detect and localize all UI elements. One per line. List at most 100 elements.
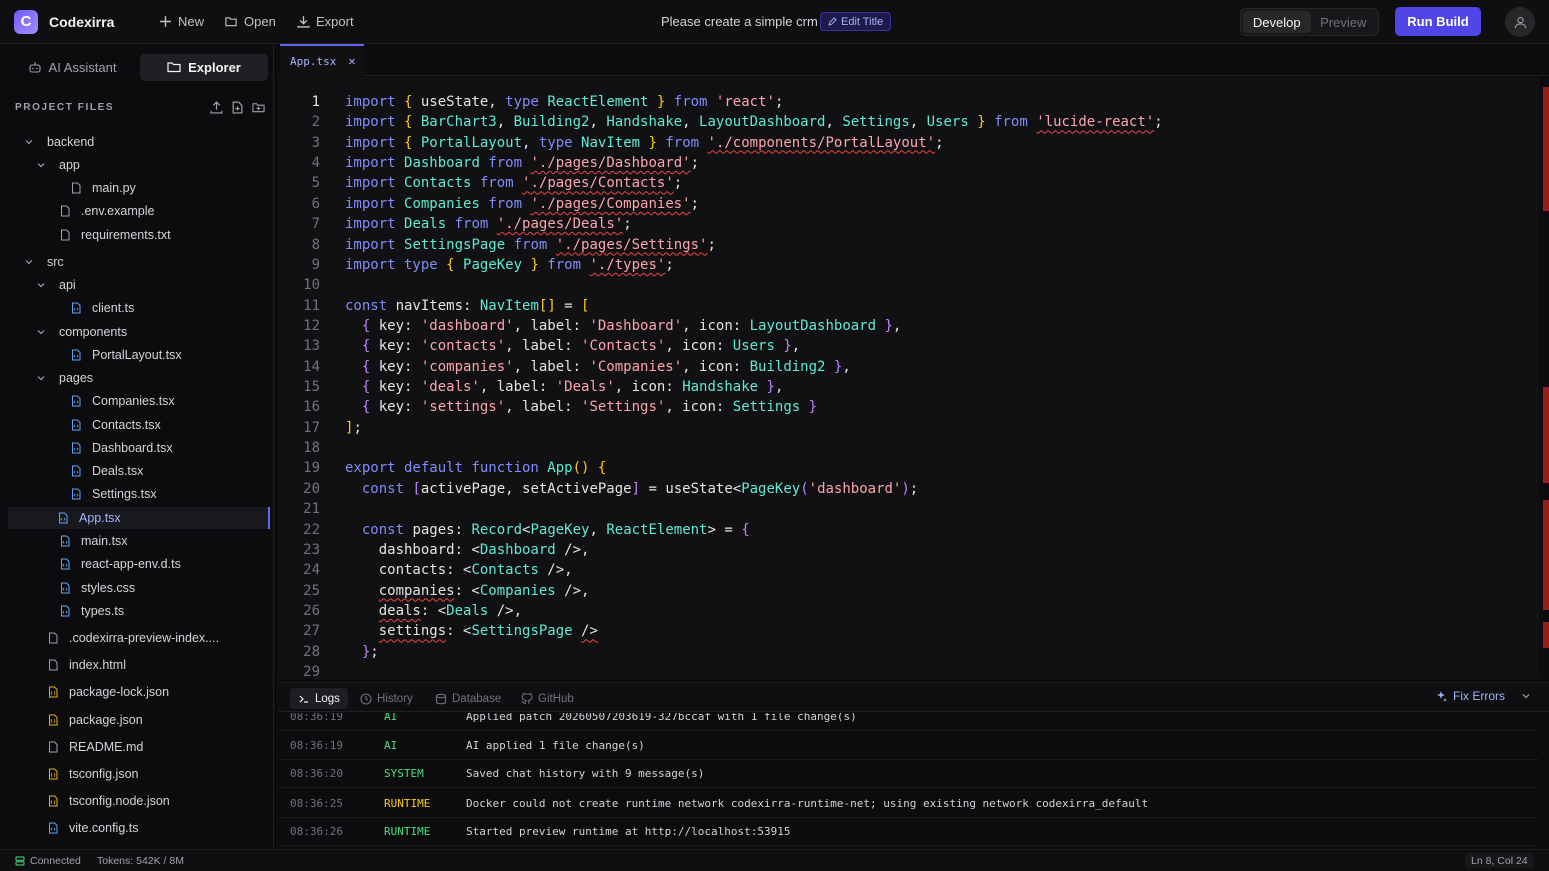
- tree-file[interactable]: styles.css: [59, 577, 135, 599]
- tree-item-label: index.html: [69, 658, 126, 672]
- tree-item-label: src: [47, 255, 64, 269]
- preview-tab[interactable]: Preview: [1311, 11, 1377, 33]
- tab-logs[interactable]: Logs: [290, 688, 348, 709]
- log-time: 08:36:26: [290, 825, 343, 838]
- tree-folder[interactable]: src: [24, 251, 64, 273]
- chevron-down-icon: [25, 260, 33, 265]
- run-build-button[interactable]: Run Build: [1395, 7, 1481, 36]
- close-icon[interactable]: ✕: [348, 54, 355, 68]
- line-number: 9: [311, 256, 320, 273]
- new-folder-icon[interactable]: [252, 101, 265, 114]
- line-number: 4: [311, 155, 320, 172]
- tab-github[interactable]: GitHub: [521, 688, 574, 709]
- tree-file[interactable]: main.tsx: [59, 530, 128, 552]
- code-text: const [activePage, setActivePage] = useS…: [361, 480, 919, 497]
- tree-file[interactable]: .codexirra-preview-index....: [47, 627, 219, 649]
- code-line: 16 { key: 'settings', label: 'Settings',…: [278, 397, 1539, 417]
- code-file-icon: [61, 605, 70, 617]
- code-editor[interactable]: 1 import { useState, type ReactElement } …: [278, 77, 1539, 679]
- editor-tab-app-tsx[interactable]: App.tsx ✕: [280, 44, 364, 76]
- line-number: 20: [303, 480, 320, 497]
- code-file-icon: [59, 512, 68, 524]
- open-button[interactable]: Open: [225, 14, 276, 29]
- tree-file[interactable]: requirements.txt: [59, 224, 171, 246]
- tree-folder[interactable]: pages: [36, 367, 93, 389]
- tree-file[interactable]: Companies.tsx: [70, 390, 175, 412]
- chevron-down-icon: [37, 163, 45, 168]
- code-file-icon: [49, 822, 58, 834]
- new-button[interactable]: New: [159, 14, 204, 29]
- log-message: Docker could not create runtime network …: [466, 797, 1149, 810]
- editor-tab-bar: App.tsx ✕: [278, 44, 1549, 76]
- code-line: 1 import { useState, type ReactElement } …: [278, 92, 1539, 112]
- tree-file[interactable]: vite.config.ts: [47, 817, 138, 839]
- code-text: contacts: <Contacts />,: [345, 562, 573, 579]
- tree-file[interactable]: index.html: [47, 654, 126, 676]
- edit-title-button[interactable]: Edit Title: [820, 12, 892, 31]
- tree-file[interactable]: Settings.tsx: [70, 483, 157, 505]
- chevron-down-icon[interactable]: [1521, 691, 1531, 701]
- tree-item-label: client.ts: [92, 301, 135, 315]
- tree-file[interactable]: package-lock.json: [47, 681, 169, 703]
- connection-label: Connected: [30, 855, 81, 867]
- tree-file[interactable]: client.ts: [70, 297, 134, 319]
- tree-folder[interactable]: backend: [24, 131, 94, 153]
- export-button[interactable]: Export: [297, 14, 354, 29]
- code-text: { key: 'dashboard', label: 'Dashboard', …: [361, 317, 902, 334]
- folder-icon: [167, 62, 181, 73]
- project-files-title: PROJECT FILES: [15, 102, 115, 113]
- file-icon: [49, 632, 58, 644]
- tree-file[interactable]: README.md: [47, 736, 143, 758]
- tab-database[interactable]: Database: [435, 688, 501, 709]
- export-label: Export: [316, 14, 354, 29]
- tree-file[interactable]: PortalLayout.tsx: [70, 344, 182, 366]
- user-avatar-button[interactable]: [1505, 7, 1535, 37]
- tab-explorer[interactable]: Explorer: [140, 53, 268, 81]
- code-line: 2 import { BarChart3, Building2, Handshak…: [278, 112, 1539, 132]
- code-file-icon: [72, 302, 81, 314]
- tree-file[interactable]: tsconfig.json: [47, 763, 138, 785]
- log-entry: 08:36:19 AI Applied patch 20260507203619-3…: [278, 713, 1539, 731]
- tab-ai-assistant[interactable]: AI Assistant: [8, 54, 136, 81]
- tree-item-label: vite.config.ts: [69, 821, 139, 835]
- new-file-icon[interactable]: [231, 101, 244, 114]
- tree-item-label: App.tsx: [79, 511, 121, 525]
- app-logo[interactable]: C Codexirra: [14, 9, 114, 34]
- tree-folder[interactable]: components: [36, 321, 127, 343]
- tab-history[interactable]: History: [360, 688, 413, 709]
- code-file-icon: [72, 442, 81, 454]
- line-number: 28: [303, 643, 320, 660]
- file-icon: [49, 659, 58, 671]
- tree-file[interactable]: Contacts.tsx: [70, 414, 161, 436]
- tree-file[interactable]: tsconfig.node.json: [47, 790, 170, 812]
- tree-file[interactable]: main.py: [70, 177, 136, 199]
- code-text: { key: 'settings', label: 'Settings', ic…: [361, 399, 818, 416]
- tree-file[interactable]: .env.example: [59, 200, 154, 222]
- bot-icon: [28, 62, 41, 73]
- code-line: 8 import SettingsPage from './pages/Setti…: [278, 235, 1539, 255]
- tree-file[interactable]: react-app-env.d.ts: [59, 553, 181, 575]
- tree-folder[interactable]: app: [36, 154, 80, 176]
- tree-folder[interactable]: api: [36, 274, 76, 296]
- line-number: 19: [303, 460, 320, 477]
- open-label: Open: [244, 14, 276, 29]
- tree-file[interactable]: Dashboard.tsx: [70, 437, 173, 459]
- code-text: import Dashboard from './pages/Dashboard…: [345, 155, 700, 172]
- tree-file[interactable]: Deals.tsx: [70, 460, 143, 482]
- fix-errors-button[interactable]: Fix Errors: [1435, 689, 1531, 703]
- tree-item-label: PortalLayout.tsx: [92, 348, 182, 362]
- sidebar: AI Assistant Explorer PROJECT FILES back…: [0, 44, 274, 848]
- clock-icon: [360, 692, 372, 705]
- code-line: 12 { key: 'dashboard', label: 'Dashboard…: [278, 316, 1539, 336]
- code-text: const pages: Record<PageKey, ReactElemen…: [361, 521, 750, 538]
- log-source: RUNTIME: [384, 825, 431, 838]
- code-line: 19 export default function App() {: [278, 458, 1539, 478]
- tree-item-label: types.ts: [81, 604, 125, 618]
- log-message: Saved chat history with 9 message(s): [466, 767, 705, 780]
- develop-tab[interactable]: Develop: [1243, 11, 1311, 33]
- tree-file[interactable]: package.json: [47, 709, 143, 731]
- user-icon: [1514, 16, 1526, 28]
- tree-file[interactable]: App.tsx: [8, 507, 270, 529]
- upload-icon[interactable]: [210, 101, 223, 114]
- tree-file[interactable]: types.ts: [59, 600, 124, 622]
